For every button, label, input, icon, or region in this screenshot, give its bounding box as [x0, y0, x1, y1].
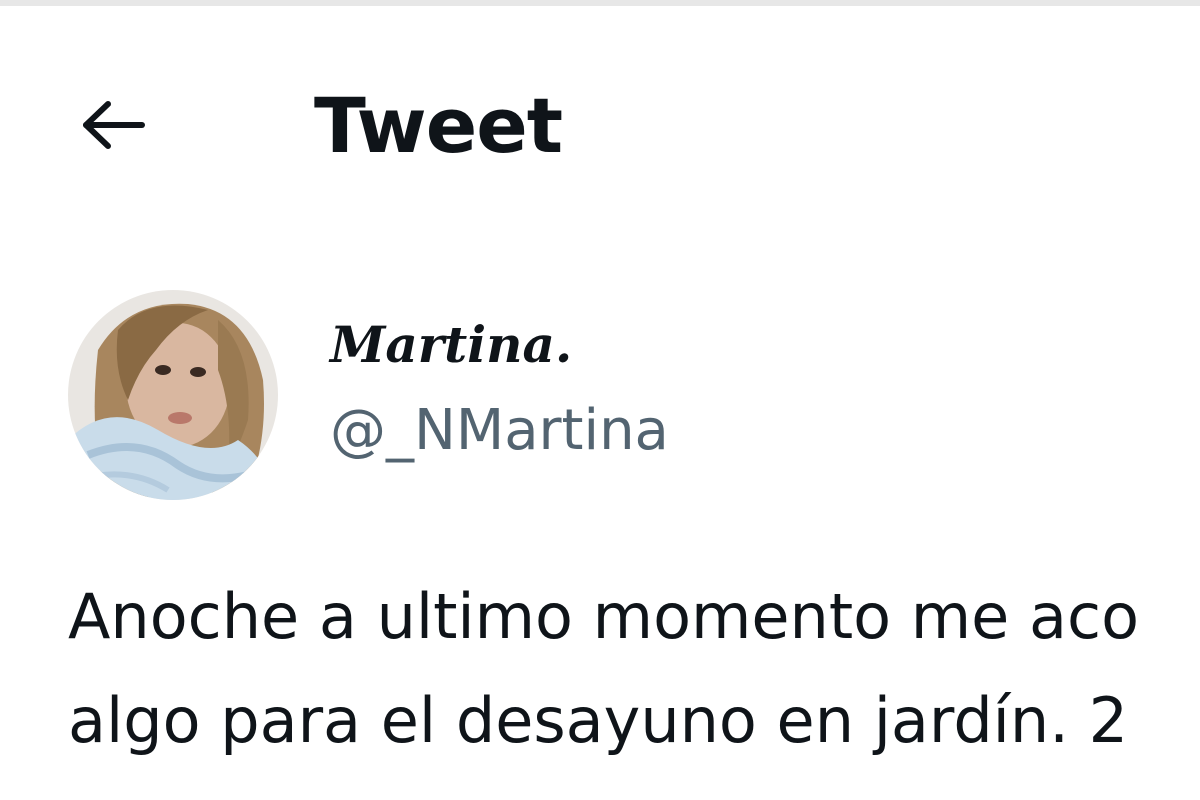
tweet-header: Tweet [0, 40, 1200, 200]
tweet-text-line: Anoche a ultimo momento me aco [68, 580, 1140, 653]
arrow-left-icon [83, 101, 145, 149]
tweet-author: Martina. @_NMartina [0, 280, 1200, 510]
display-name[interactable]: Martina. [330, 310, 572, 380]
avatar[interactable] [68, 290, 278, 500]
user-handle[interactable]: @_NMartina [330, 395, 669, 467]
back-button[interactable] [68, 80, 158, 170]
page-title: Tweet [314, 81, 563, 170]
window-top-border [0, 0, 1200, 6]
tweet-text-line: algo para el desayuno en jardín. 2 [68, 684, 1129, 757]
avatar-photo [68, 290, 278, 500]
tweet-text: Anoche a ultimo momento me aco algo para… [68, 565, 1200, 800]
